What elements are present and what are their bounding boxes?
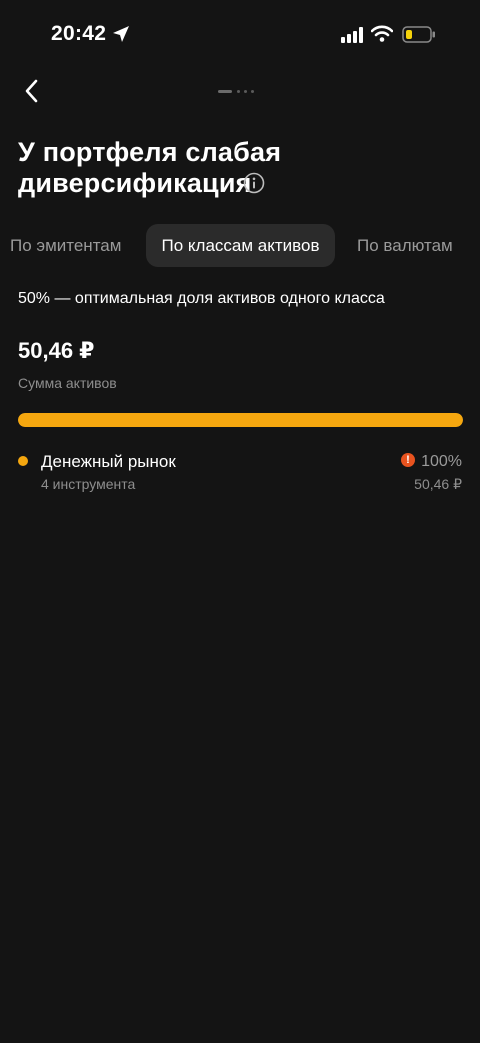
allocation-bar-fill [18,413,463,427]
wifi-icon [370,25,394,47]
cellular-signal-icon [341,27,363,48]
allocation-bar [18,413,463,427]
status-bar: 20:42 [0,0,480,70]
tab-issuers[interactable]: По эмитентам [10,224,121,267]
page-indicator-dot [244,90,247,93]
page-indicator-active [218,90,232,93]
asset-name: Денежный рынок [41,452,176,471]
total-caption: Сумма активов [18,375,117,391]
warning-icon: ! [401,453,415,467]
tab-asset-classes[interactable]: По классам активов [146,224,335,267]
page-title: У портфеля слабая диверсификация [18,137,282,198]
page-indicator [218,89,258,95]
screen: 20:42 У портфеля слабая диверсификация П… [0,0,480,1043]
asset-row-money-market[interactable]: Денежный рынок 4 инструмента ! 100% 50,4… [0,446,480,498]
back-button[interactable] [18,76,48,106]
info-icon[interactable] [243,172,265,199]
asset-instrument-count: 4 инструмента [41,476,136,492]
battery-icon [402,26,436,48]
asset-value: 50,46 ₽ [414,476,462,492]
total-amount: 50,46 ₽ [18,338,95,363]
page-indicator-dot [237,90,240,93]
optimal-share-hint: 50% — оптимальная доля активов одного кл… [18,290,385,307]
page-indicator-dot [251,90,254,93]
status-time: 20:42 [51,22,107,45]
asset-percent: 100% [421,453,462,470]
tab-bar: По эмитентам По классам активов По валют… [0,224,480,268]
chevron-left-icon [18,79,48,110]
tab-currencies[interactable]: По валютам [357,224,453,267]
location-arrow-icon [112,25,130,48]
asset-color-dot [18,456,28,466]
